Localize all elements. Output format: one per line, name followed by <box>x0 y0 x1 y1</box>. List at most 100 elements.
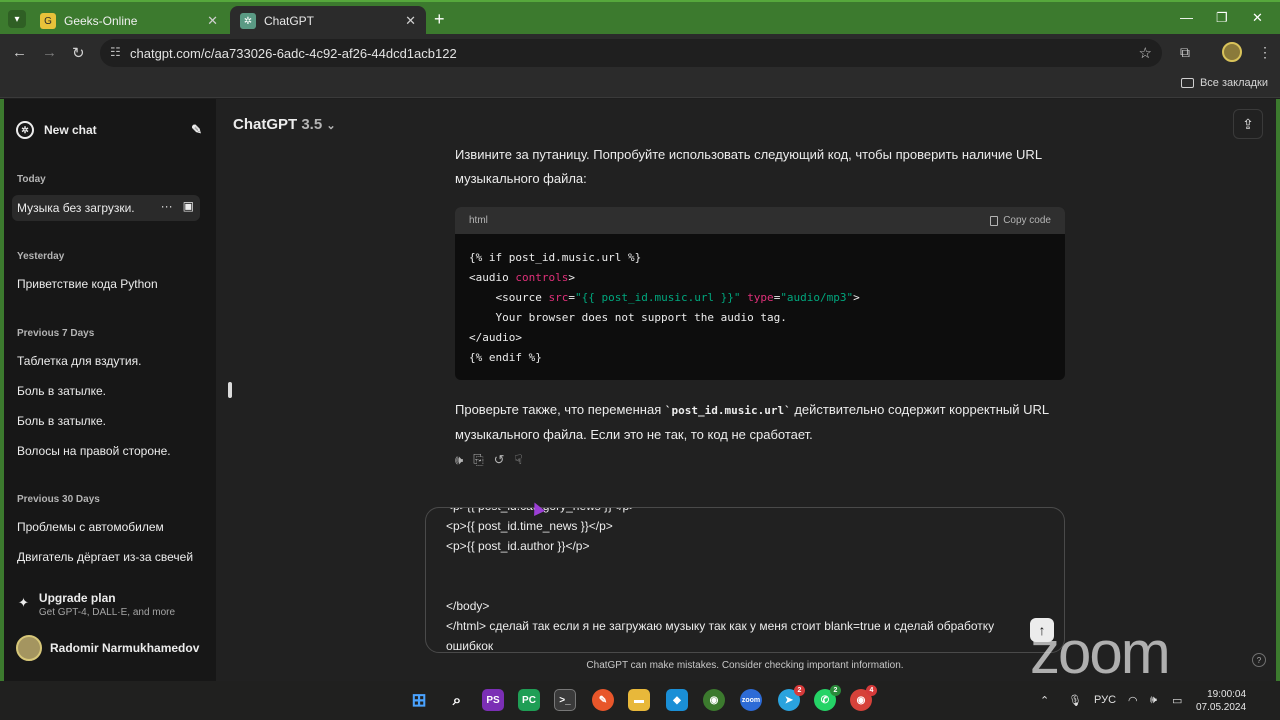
wifi-icon[interactable]: ◠ <box>1128 694 1138 707</box>
tab-chatgpt[interactable]: ✲ ChatGPT ✕ <box>230 6 426 36</box>
close-icon[interactable]: ✕ <box>405 13 416 29</box>
arrow-up-icon: ↑ <box>1038 622 1046 638</box>
thumbs-down-icon[interactable]: ☟ <box>515 452 523 468</box>
user-name: Radomir Narmukhamedov <box>50 641 200 655</box>
avatar <box>16 635 42 661</box>
new-tab-button[interactable]: + <box>434 9 445 30</box>
notification-badge: 4 <box>866 685 877 696</box>
battery-icon[interactable]: ▭ <box>1172 694 1182 707</box>
assistant-outro-text: Проверьте также, что переменная `post_id… <box>455 398 1065 447</box>
maximize-icon[interactable]: ❐ <box>1216 10 1228 26</box>
sidebar: ✲ New chat ✎ Today Музыка без загрузки. … <box>4 99 216 681</box>
chat-item[interactable]: Таблетка для вздутия. <box>17 354 203 368</box>
browser-toolbar: ← → ↻ ☷ chatgpt.com/c/aa733026-6adc-4c92… <box>0 34 1280 72</box>
outro-part: Проверьте также, что переменная <box>455 402 665 417</box>
chatgpt-logo-icon: ✲ <box>16 121 34 139</box>
extensions-icon[interactable]: ⧉ <box>1180 44 1190 61</box>
sparkle-icon: ✦ <box>18 595 29 610</box>
message-composer[interactable]: <p>{{ post_id.category_news }}</p> <p>{{… <box>425 507 1065 653</box>
whatsapp-icon[interactable]: ✆ 2 <box>814 685 841 711</box>
browser-menu-icon[interactable]: ⋮ <box>1258 44 1272 61</box>
copy-icon[interactable]: ⎘ <box>473 452 483 468</box>
notification-badge: 2 <box>794 685 805 696</box>
new-chat-label: New chat <box>44 123 97 137</box>
notification-badge: 2 <box>830 685 841 696</box>
pycharm-icon[interactable]: PC <box>518 689 540 711</box>
clipboard-icon <box>990 215 999 226</box>
volume-icon[interactable]: 🕪 <box>1150 694 1157 707</box>
system-clock[interactable]: 19:00:04 07.05.2024 <box>1196 688 1246 714</box>
upgrade-subtitle: Get GPT-4, DALL·E, and more <box>38 607 176 618</box>
composer-input[interactable]: <p>{{ post_id.category_news }}</p> <p>{{… <box>446 508 1006 652</box>
phpstorm-icon[interactable]: PS <box>482 689 504 711</box>
back-icon[interactable]: ← <box>12 44 27 61</box>
chat-item[interactable]: Волосы на правой стороне. <box>17 444 203 458</box>
chat-item[interactable]: Двигатель дёргает из-за свечей <box>17 550 203 564</box>
code-content: {% if post_id.music.url %} <audio contro… <box>469 251 860 364</box>
section-previous-30-days: Previous 30 Days <box>17 494 100 505</box>
address-bar[interactable]: ☷ chatgpt.com/c/aa733026-6adc-4c92-af26-… <box>100 39 1162 67</box>
section-today: Today <box>17 174 46 185</box>
code-header: html Copy code <box>455 207 1065 234</box>
minimize-icon[interactable]: — <box>1180 10 1193 25</box>
chatgpt-favicon-icon: ✲ <box>240 13 256 29</box>
all-bookmarks-label: Все закладки <box>1199 77 1268 89</box>
app-icon[interactable]: ◆ <box>666 689 688 711</box>
geeks-favicon-icon: G <box>40 13 56 29</box>
tab-geeks-online[interactable]: G Geeks-Online ✕ <box>30 6 228 36</box>
archive-icon[interactable]: ▣ <box>183 199 194 213</box>
copy-code-label: Copy code <box>1003 215 1051 226</box>
search-icon[interactable]: ⌕ <box>446 689 468 711</box>
chat-item[interactable]: Боль в затылке. <box>17 414 203 428</box>
chat-item[interactable]: Проблемы с автомобилем <box>17 520 203 534</box>
url-text: chatgpt.com/c/aa733026-6adc-4c92-af26-44… <box>130 45 457 61</box>
regenerate-icon[interactable]: ↺ <box>494 452 505 468</box>
forward-icon[interactable]: → <box>42 44 57 61</box>
sidebar-toggle-handle[interactable] <box>228 382 232 398</box>
close-icon[interactable]: ✕ <box>207 13 218 29</box>
share-icon: ⇪ <box>1242 115 1254 132</box>
site-info-icon[interactable]: ☷ <box>110 45 121 59</box>
all-bookmarks-button[interactable]: Все закладки <box>1180 77 1268 89</box>
chat-item[interactable]: Боль в затылке. <box>17 384 203 398</box>
chevron-down-icon: ⌄ <box>326 120 336 132</box>
file-explorer-icon[interactable]: ▬ <box>628 689 650 711</box>
more-options-icon[interactable]: ··· <box>161 199 173 213</box>
profile-avatar[interactable] <box>1222 42 1242 62</box>
copy-code-button[interactable]: Copy code <box>990 215 1051 226</box>
bookmark-star-icon[interactable]: ☆ <box>1139 44 1152 62</box>
edit-icon[interactable]: ✎ <box>191 122 202 138</box>
bookmarks-bar: Все закладки <box>0 72 1280 98</box>
read-aloud-icon[interactable]: 🕪 <box>455 452 463 468</box>
send-button[interactable]: ↑ <box>1030 618 1054 642</box>
section-previous-7-days: Previous 7 Days <box>17 328 95 339</box>
model-selector[interactable]: ChatGPT 3.5 ⌄ <box>233 116 336 133</box>
telegram-icon[interactable]: ➤ 2 <box>778 685 805 711</box>
tab-title: Geeks-Online <box>64 14 138 28</box>
screen: ▾ G Geeks-Online ✕ ✲ ChatGPT ✕ + — ❐ ✕ ←… <box>0 0 1280 720</box>
app-icon[interactable]: ✎ <box>592 689 614 711</box>
chat-item-label: Музыка без загрузки. <box>17 201 135 215</box>
help-icon[interactable]: ? <box>1252 653 1266 667</box>
section-yesterday: Yesterday <box>17 251 65 262</box>
reload-icon[interactable]: ↻ <box>72 44 85 62</box>
windows-taskbar: ⊞ ⌕ PS PC >_ ✎ ▬ ◆ ◉ zoom ➤ 2 ✆ 2 ◉ 4 ⌃ 🎙 Р… <box>0 681 1280 720</box>
chat-item[interactable]: Музыка без загрузки. ··· ▣ <box>12 195 200 221</box>
microphone-icon[interactable]: 🎙 <box>1068 694 1082 707</box>
new-chat-button[interactable]: ✲ New chat ✎ <box>16 119 202 141</box>
chrome-profile-icon[interactable]: ◉ 4 <box>850 685 877 711</box>
chat-item[interactable]: Приветствие кода Python <box>17 277 203 291</box>
language-indicator[interactable]: РУС <box>1094 694 1116 706</box>
zoom-icon[interactable]: zoom <box>740 689 762 711</box>
chrome-icon[interactable]: ◉ <box>703 689 725 711</box>
chevron-up-icon[interactable]: ⌃ <box>1040 694 1049 707</box>
share-button[interactable]: ⇪ <box>1233 109 1263 139</box>
user-menu[interactable]: Radomir Narmukhamedov <box>16 635 204 661</box>
window-close-icon[interactable]: ✕ <box>1252 10 1263 26</box>
tab-search-button[interactable]: ▾ <box>8 10 26 28</box>
browser-tab-strip: ▾ G Geeks-Online ✕ ✲ ChatGPT ✕ + — ❐ ✕ <box>0 0 1280 36</box>
upgrade-plan-button[interactable]: ✦ Upgrade plan Get GPT-4, DALL·E, and mo… <box>18 591 204 621</box>
windows-start-icon[interactable]: ⊞ <box>408 689 430 711</box>
terminal-icon[interactable]: >_ <box>554 689 576 711</box>
model-name: ChatGPT <box>233 116 298 133</box>
